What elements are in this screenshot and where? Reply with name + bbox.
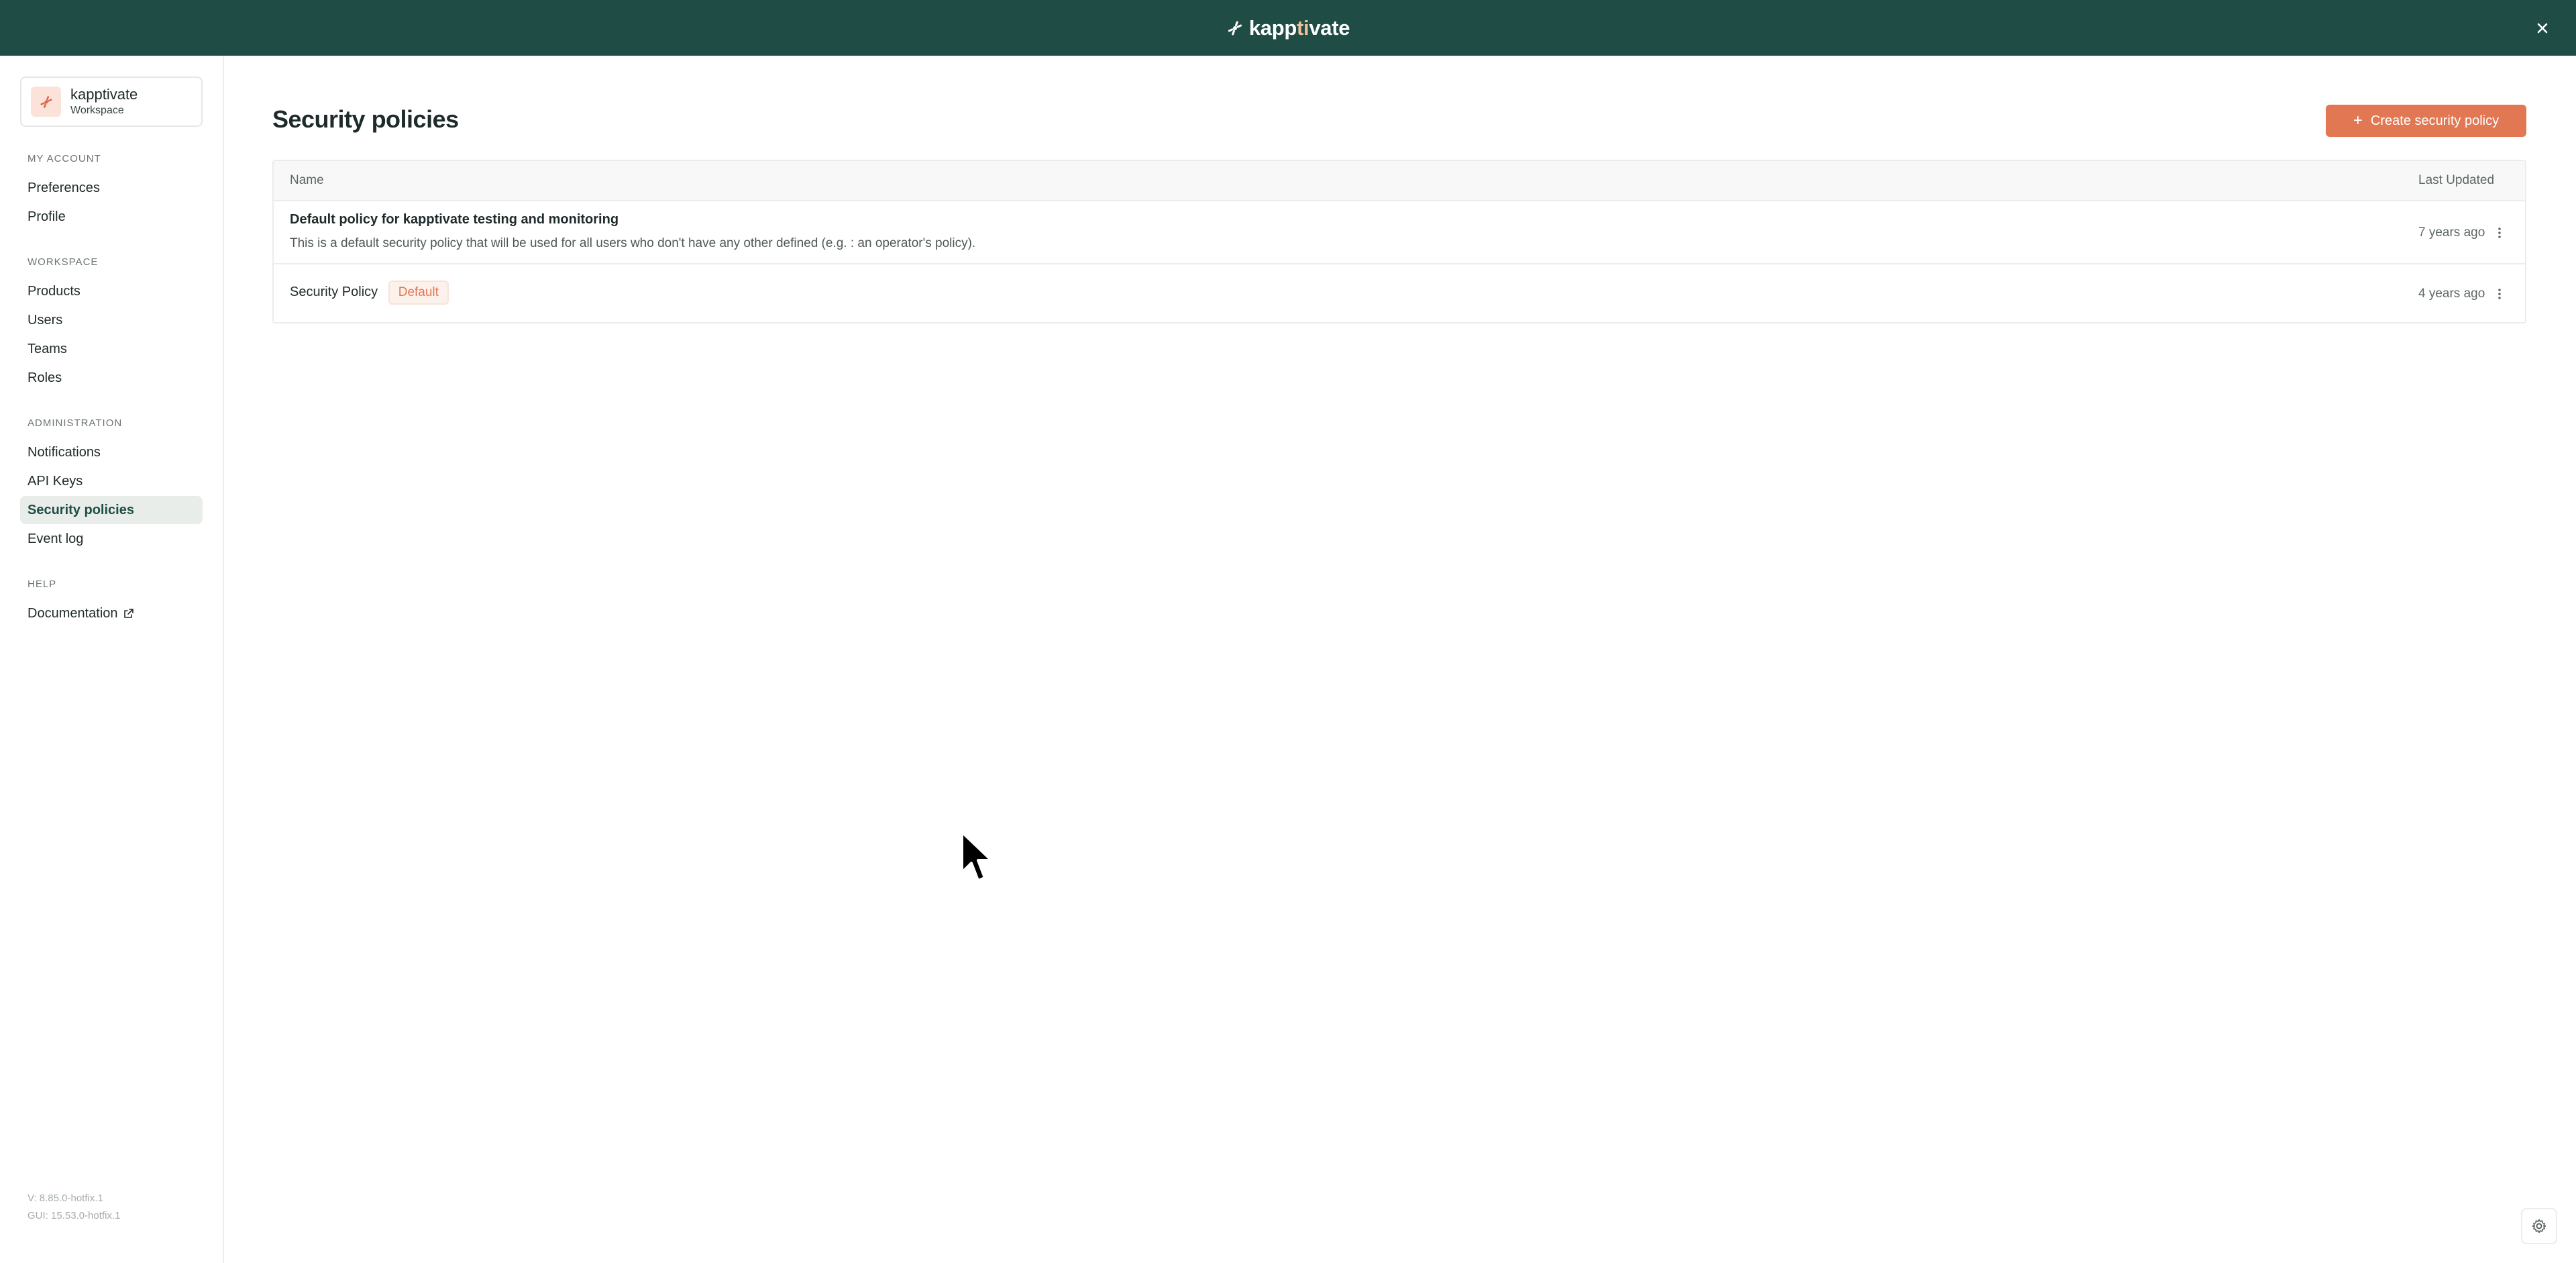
section-help: HELP: [28, 578, 57, 590]
sidebar-item-documentation[interactable]: Documentation: [20, 599, 203, 627]
page-title: Security policies: [272, 105, 459, 133]
policy-last-updated: 7 years ago: [2418, 225, 2485, 240]
sidebar-item-products[interactable]: Products: [20, 277, 203, 305]
settings-button[interactable]: [2521, 1208, 2557, 1244]
workspace-avatar: [31, 87, 61, 117]
policy-name-cell: Security Policy Default: [290, 281, 449, 305]
section-my-account: MY ACCOUNT: [28, 153, 101, 164]
section-administration: ADMINISTRATION: [28, 417, 123, 429]
policy-description: This is a default security policy that w…: [290, 236, 976, 250]
create-button-label: Create security policy: [2370, 113, 2500, 128]
main-content: Security policies + Create security poli…: [224, 56, 2576, 1263]
sidebar-item-users[interactable]: Users: [20, 306, 203, 334]
sidebar-item-teams[interactable]: Teams: [20, 335, 203, 363]
workspace-name: kapptivate: [70, 85, 138, 103]
policy-name: Security Policy: [290, 285, 378, 299]
workspace-type: Workspace: [70, 104, 124, 116]
table-header: Name Last Updated: [274, 161, 2525, 201]
sidebar-item-notifications[interactable]: Notifications: [20, 438, 203, 466]
gear-icon: [2532, 1219, 2546, 1233]
close-icon: [2537, 23, 2548, 34]
default-badge: Default: [388, 281, 449, 305]
sidebar: kapptivate Workspace MY ACCOUNT Preferen…: [0, 56, 224, 1263]
row-menu-button[interactable]: [2491, 221, 2508, 244]
brand-name: kapptivate: [1248, 15, 1350, 40]
sidebar-item-label: Documentation: [28, 605, 118, 621]
column-header-last-updated: Last Updated: [2418, 173, 2495, 187]
policy-name: Default policy for kapptivate testing an…: [290, 212, 619, 227]
section-workspace: WORKSPACE: [28, 256, 99, 268]
sidebar-item-roles[interactable]: Roles: [20, 364, 203, 392]
version-label: V: 8.85.0-hotfix.1: [28, 1193, 103, 1204]
close-button[interactable]: [2529, 15, 2556, 42]
app-logo: kapptivate: [1226, 16, 1350, 40]
sidebar-item-security-policies[interactable]: Security policies: [20, 496, 203, 524]
top-bar: kapptivate: [0, 0, 2576, 56]
more-vertical-icon: [2498, 228, 2501, 238]
sidebar-item-profile[interactable]: Profile: [20, 203, 203, 231]
kapptivate-logo-icon: [40, 95, 52, 108]
row-menu-button[interactable]: [2491, 283, 2508, 305]
sidebar-item-api-keys[interactable]: API Keys: [20, 467, 203, 495]
workspace-switcher[interactable]: kapptivate Workspace: [20, 77, 203, 127]
gui-version-label: GUI: 15.53.0-hotfix.1: [28, 1210, 121, 1221]
sidebar-item-event-log[interactable]: Event log: [20, 525, 203, 553]
more-vertical-icon: [2498, 289, 2501, 299]
table-row[interactable]: Security Policy Default 4 years ago: [274, 264, 2525, 322]
mouse-cursor-icon: [961, 831, 993, 882]
table-row[interactable]: Default policy for kapptivate testing an…: [274, 201, 2525, 264]
policy-last-updated: 4 years ago: [2418, 287, 2485, 301]
plus-icon: +: [2353, 111, 2363, 130]
security-policies-table: Name Last Updated Default policy for kap…: [272, 160, 2526, 323]
external-link-icon: [123, 608, 134, 619]
column-header-name: Name: [290, 173, 324, 187]
sidebar-item-preferences[interactable]: Preferences: [20, 174, 203, 202]
kapptivate-logo-icon: [1228, 21, 1242, 35]
create-security-policy-button[interactable]: + Create security policy: [2326, 105, 2526, 137]
